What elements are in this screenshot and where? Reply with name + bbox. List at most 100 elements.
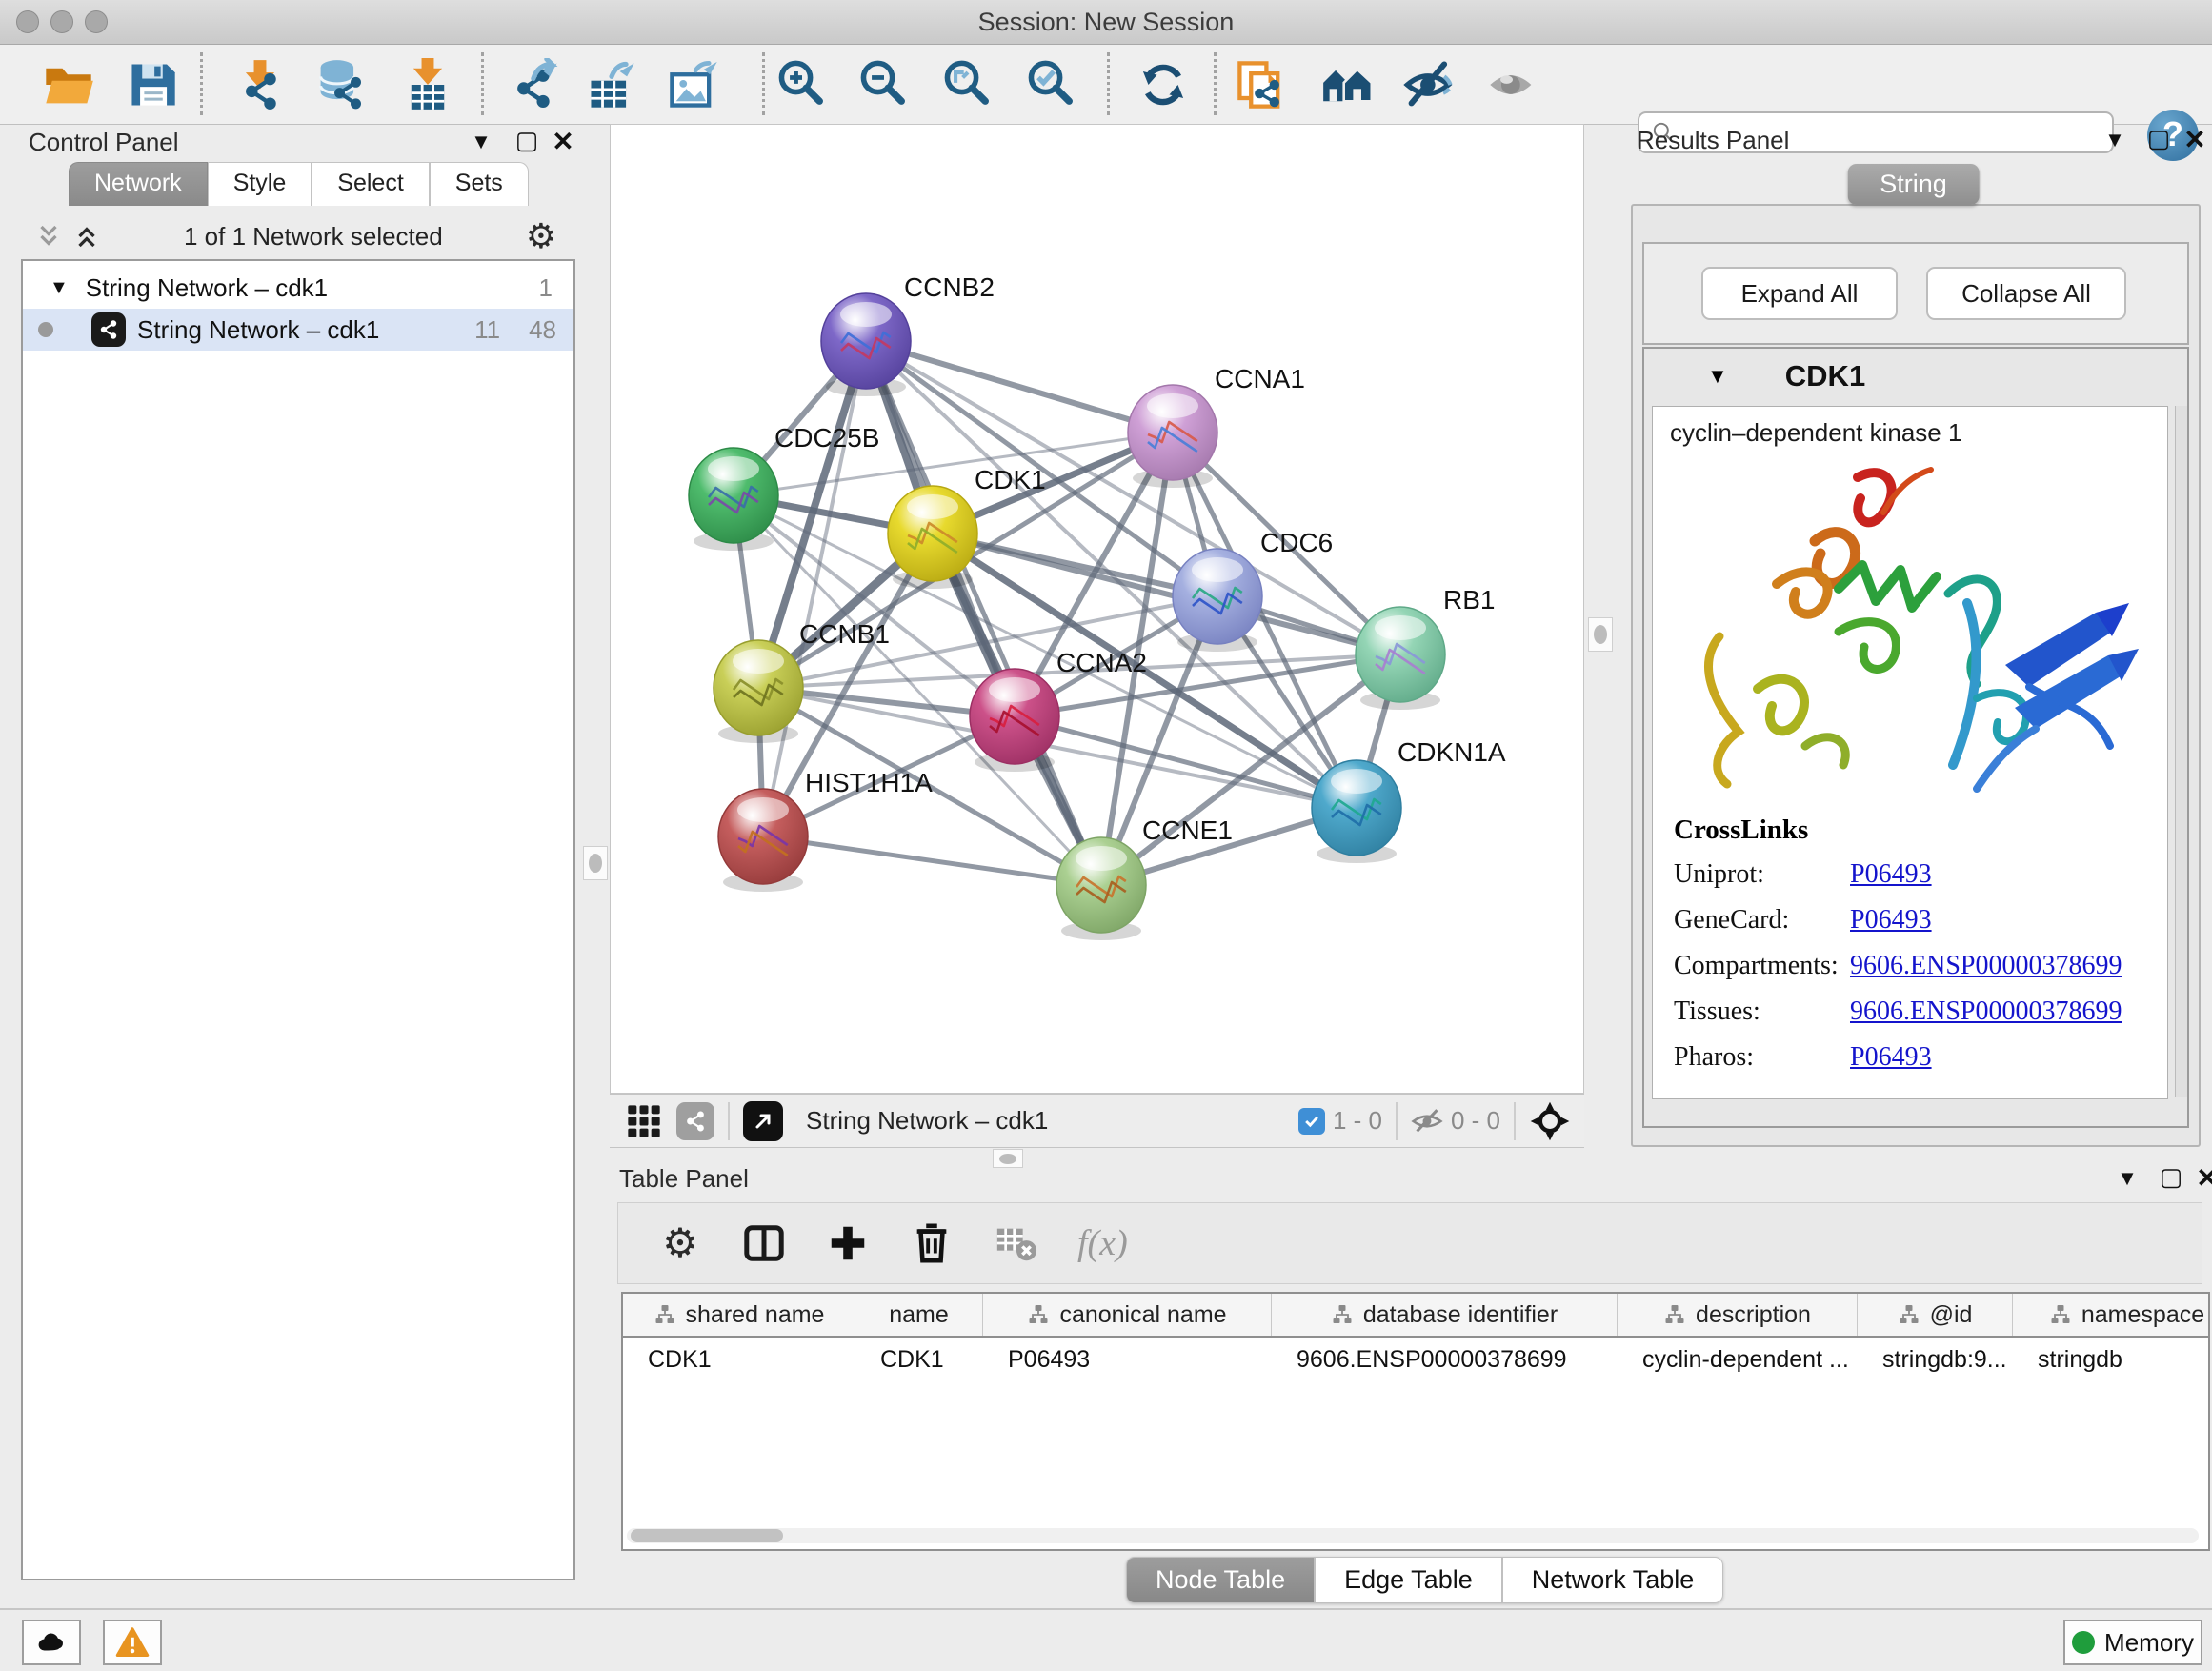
tab-style[interactable]: Style bbox=[208, 162, 312, 206]
collapse-all-button[interactable]: Collapse All bbox=[1926, 267, 2126, 320]
string-tab-icon[interactable] bbox=[676, 1102, 714, 1140]
collection-count: 1 bbox=[539, 273, 553, 303]
network-grid-icon[interactable] bbox=[625, 1102, 663, 1140]
zoom-out-icon[interactable] bbox=[857, 58, 911, 111]
network-view-canvas[interactable]: CCNB2CCNA1CDC25BCDK1CDC6RB1CCNB1CCNA2CDK… bbox=[610, 124, 1584, 1094]
import-table-icon[interactable] bbox=[401, 58, 454, 111]
column-header--id[interactable]: @id bbox=[1858, 1294, 2013, 1336]
collection-expander-icon[interactable]: ▼ bbox=[50, 277, 69, 299]
export-network-icon[interactable] bbox=[509, 58, 562, 111]
show-columns-icon[interactable] bbox=[742, 1221, 786, 1265]
string-network-graph[interactable]: CCNB2CCNA1CDC25BCDK1CDC6RB1CCNB1CCNA2CDK… bbox=[611, 125, 1583, 1093]
table-cell[interactable]: stringdb bbox=[2013, 1338, 2210, 1381]
save-session-icon[interactable] bbox=[126, 58, 179, 111]
table-options-gear-icon[interactable]: ⚙ bbox=[658, 1221, 702, 1265]
tab-network[interactable]: Network bbox=[69, 162, 208, 206]
detach-view-icon[interactable] bbox=[743, 1101, 783, 1141]
column-header-shared-name[interactable]: shared name bbox=[623, 1294, 855, 1336]
network-collection-row[interactable]: ▼ String Network – cdk1 1 bbox=[23, 267, 573, 309]
table-cell[interactable]: 9606.ENSP00000378699 bbox=[1272, 1338, 1618, 1381]
right-split-handle[interactable] bbox=[1588, 617, 1613, 652]
scrollbar-thumb[interactable] bbox=[631, 1529, 783, 1542]
table-cell[interactable]: stringdb:9... bbox=[1858, 1338, 2013, 1381]
table-cell[interactable]: cyclin-dependent ... bbox=[1618, 1338, 1858, 1381]
collapse-all-chevron-icon[interactable] bbox=[34, 222, 63, 251]
control-panel-float-icon[interactable]: ▼ bbox=[467, 130, 495, 154]
gene-header[interactable]: ▼ CDK1 bbox=[1644, 349, 2187, 404]
table-panel-float-icon[interactable]: ▼ bbox=[2113, 1166, 2142, 1191]
node-CCNE1[interactable]: CCNE1 bbox=[1056, 815, 1233, 940]
add-column-icon[interactable] bbox=[826, 1221, 870, 1265]
tab-node-table[interactable]: Node Table bbox=[1126, 1557, 1315, 1603]
crosslink-link[interactable]: 9606.ENSP00000378699 bbox=[1850, 951, 2122, 981]
refresh-icon[interactable] bbox=[1136, 58, 1190, 111]
export-image-icon[interactable] bbox=[667, 58, 720, 111]
memory-status-dot bbox=[2072, 1631, 2095, 1654]
memory-button[interactable]: Memory bbox=[2063, 1620, 2202, 1665]
window-title: Session: New Session bbox=[0, 8, 2212, 37]
node-table[interactable]: shared namenamecanonical namedatabase id… bbox=[621, 1292, 2210, 1551]
column-header-name[interactable]: name bbox=[855, 1294, 983, 1336]
crosslink-link[interactable]: P06493 bbox=[1850, 1042, 1932, 1073]
import-network-database-icon[interactable] bbox=[312, 58, 366, 111]
fit-content-icon[interactable] bbox=[941, 58, 995, 111]
selected-checkbox-icon[interactable] bbox=[1298, 1108, 1325, 1135]
results-scrollbar[interactable] bbox=[2175, 406, 2187, 1097]
table-panel-maximize-icon[interactable]: ▢ bbox=[2157, 1162, 2185, 1192]
gene-expander-icon[interactable]: ▼ bbox=[1707, 364, 1728, 389]
tab-edge-table[interactable]: Edge Table bbox=[1315, 1557, 1502, 1603]
expand-all-button[interactable]: Expand All bbox=[1701, 267, 1898, 320]
clone-network-icon[interactable] bbox=[1235, 58, 1288, 111]
network-row[interactable]: String Network – cdk1 11 48 bbox=[23, 309, 573, 351]
expand-all-chevron-icon[interactable] bbox=[72, 222, 101, 251]
node-HIST1H1A[interactable]: HIST1H1A bbox=[718, 768, 933, 892]
left-split-handle[interactable] bbox=[583, 846, 608, 880]
table-row[interactable]: CDK1CDK1P064939606.ENSP00000378699cyclin… bbox=[623, 1338, 2208, 1381]
tab-network-table[interactable]: Network Table bbox=[1502, 1557, 1724, 1603]
warning-button[interactable] bbox=[103, 1620, 162, 1665]
hide-selected-eye-icon[interactable] bbox=[1403, 58, 1457, 111]
results-panel-float-icon[interactable]: ▼ bbox=[2101, 128, 2129, 152]
crosslink-link[interactable]: P06493 bbox=[1850, 905, 1932, 936]
first-neighbors-houses-icon[interactable] bbox=[1321, 58, 1375, 111]
network-label: String Network – cdk1 bbox=[137, 315, 379, 345]
crosslink-link[interactable]: P06493 bbox=[1850, 859, 1932, 890]
table-cell[interactable]: P06493 bbox=[983, 1338, 1272, 1381]
tab-sets[interactable]: Sets bbox=[430, 162, 529, 206]
column-header-namespace[interactable]: namespace bbox=[2013, 1294, 2210, 1336]
column-header-description[interactable]: description bbox=[1618, 1294, 1858, 1336]
node-CCNA1[interactable]: CCNA1 bbox=[1128, 364, 1305, 488]
import-network-icon[interactable] bbox=[233, 58, 287, 111]
delete-trash-icon[interactable] bbox=[910, 1221, 954, 1265]
control-panel-close-icon[interactable]: ✕ bbox=[549, 126, 577, 157]
results-panel-close-icon[interactable]: ✕ bbox=[2181, 124, 2209, 155]
cloud-button[interactable] bbox=[22, 1620, 81, 1665]
node-RB1[interactable]: RB1 bbox=[1356, 585, 1495, 710]
column-type-icon bbox=[654, 1303, 676, 1326]
zoom-in-icon[interactable] bbox=[775, 58, 829, 111]
network-options-gear-icon[interactable]: ⚙ bbox=[526, 219, 556, 253]
zoom-selected-icon[interactable] bbox=[1025, 58, 1078, 111]
gene-details-box: ▼ CDK1 cyclin–dependent kinase 1 bbox=[1642, 347, 2189, 1128]
open-session-icon[interactable] bbox=[42, 58, 95, 111]
edge-CCNB2-CCNE1[interactable] bbox=[866, 341, 1101, 885]
results-tab-string[interactable]: String bbox=[1847, 164, 1980, 205]
table-horizontal-scrollbar[interactable] bbox=[627, 1528, 2199, 1543]
results-panel-maximize-icon[interactable]: ▢ bbox=[2144, 124, 2173, 153]
table-cell[interactable]: CDK1 bbox=[855, 1338, 983, 1381]
column-header-database-identifier[interactable]: database identifier bbox=[1272, 1294, 1618, 1336]
crosslink-link[interactable]: 9606.ENSP00000378699 bbox=[1850, 997, 2122, 1027]
birdseye-crosshair-icon[interactable] bbox=[1529, 1100, 1571, 1142]
table-cell[interactable]: CDK1 bbox=[623, 1338, 855, 1381]
hidden-count: 0 - 0 bbox=[1451, 1106, 1500, 1136]
node-CDKN1A[interactable]: CDKN1A bbox=[1312, 737, 1506, 863]
control-panel-maximize-icon[interactable]: ▢ bbox=[513, 126, 541, 155]
tab-select[interactable]: Select bbox=[312, 162, 429, 206]
export-table-icon[interactable] bbox=[585, 58, 638, 111]
function-builder-icon: f(x) bbox=[1077, 1221, 1128, 1265]
edge-HIST1H1A-CCNE1[interactable] bbox=[763, 836, 1101, 885]
table-panel-close-icon[interactable]: ✕ bbox=[2193, 1162, 2212, 1194]
node-CCNB2[interactable]: CCNB2 bbox=[821, 272, 995, 396]
column-header-canonical-name[interactable]: canonical name bbox=[983, 1294, 1272, 1336]
cloud-icon bbox=[35, 1626, 68, 1659]
